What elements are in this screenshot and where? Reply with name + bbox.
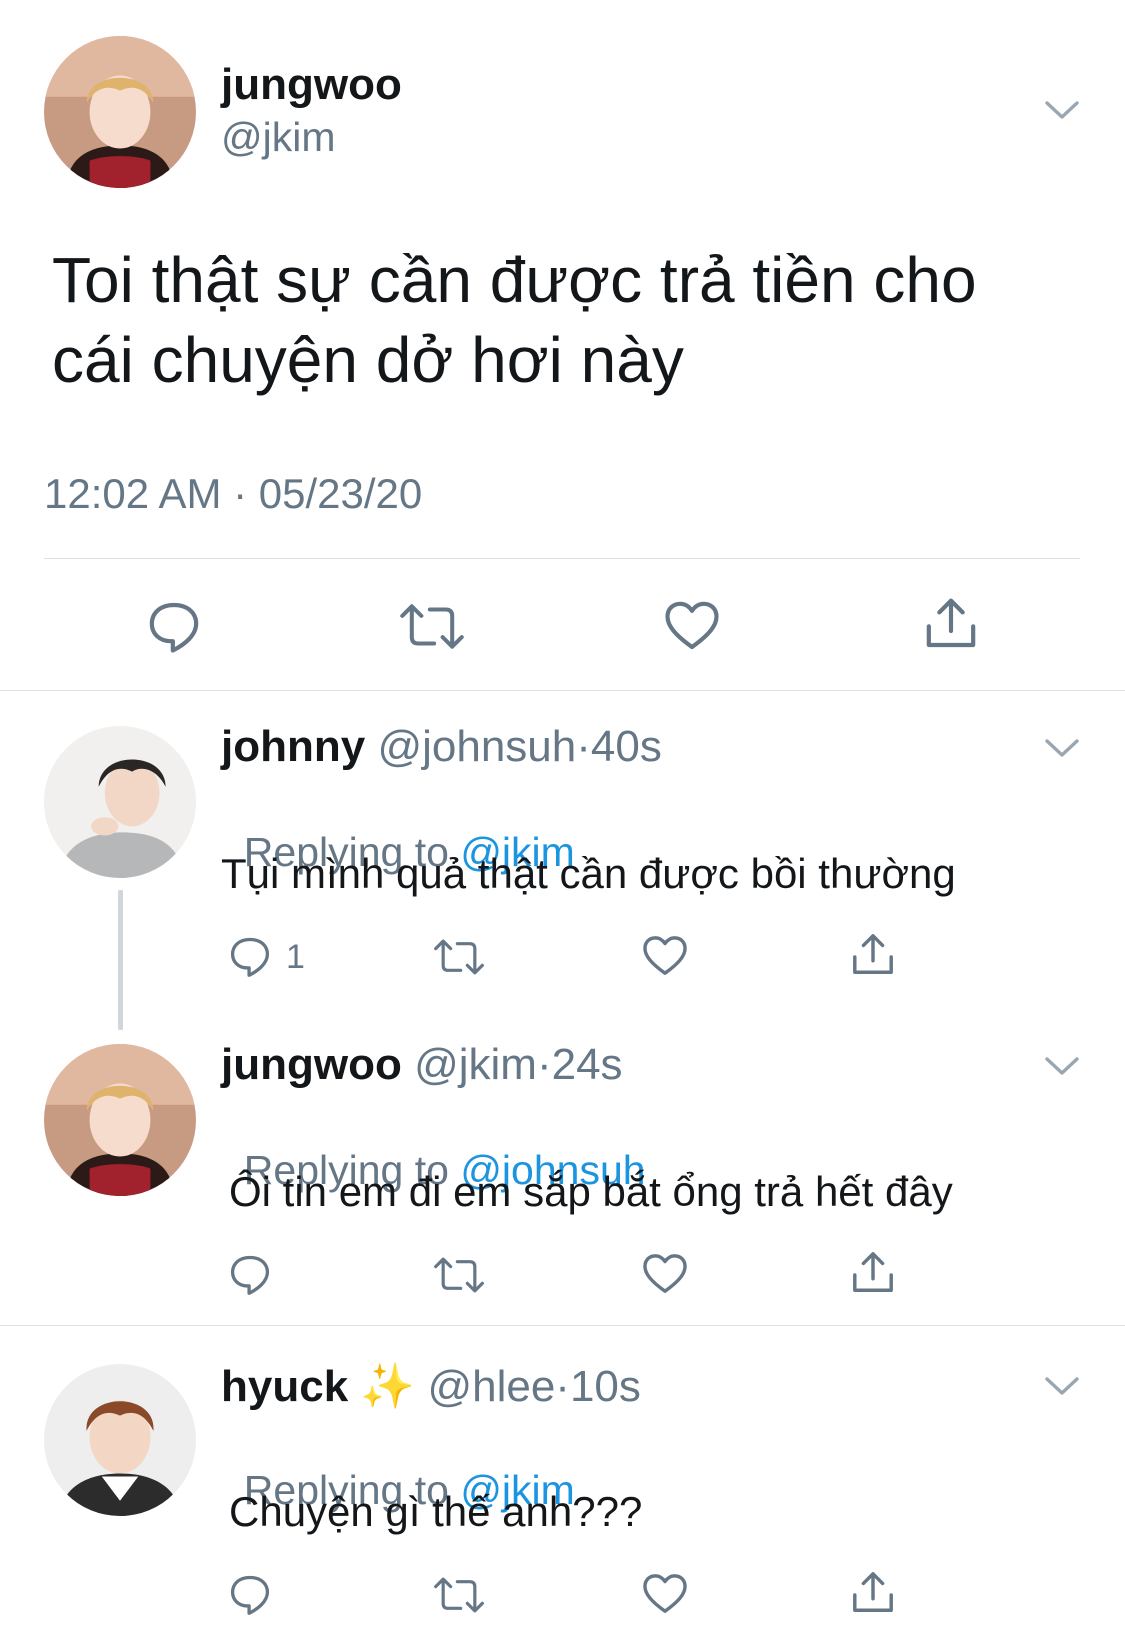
retweet-icon[interactable] xyxy=(432,1575,486,1615)
avatar-johnny[interactable] xyxy=(44,726,196,878)
reply-age: 24s xyxy=(551,1040,623,1089)
reply-separator: · xyxy=(576,722,591,771)
divider xyxy=(44,558,1080,559)
reply-icon[interactable] xyxy=(228,934,272,978)
main-timestamp[interactable]: 12:02 AM · 05/23/20 xyxy=(44,470,422,518)
reply-header: hyuck ✨ @hlee·10s xyxy=(221,1360,641,1412)
chevron-down-icon[interactable] xyxy=(1042,96,1082,124)
reply-display-name[interactable]: hyuck xyxy=(221,1362,348,1411)
reply-icon[interactable] xyxy=(228,1252,272,1296)
avatar-hyuck-icon xyxy=(44,1364,196,1516)
avatar-jungwoo[interactable] xyxy=(44,1044,196,1196)
reply-icon[interactable] xyxy=(146,598,202,654)
reply-separator: · xyxy=(536,1040,552,1089)
chevron-down-icon[interactable] xyxy=(1042,1372,1082,1400)
thread-line xyxy=(118,890,123,1030)
chevron-down-icon[interactable] xyxy=(1042,734,1082,762)
reply-count: 1 xyxy=(286,938,305,976)
avatar-jungwoo[interactable] xyxy=(44,36,196,188)
like-icon[interactable] xyxy=(642,1573,688,1615)
reply-age: 40s xyxy=(590,722,662,771)
reply-separator: · xyxy=(555,1362,570,1411)
reply-handle[interactable]: @jkim xyxy=(414,1040,537,1089)
reply-handle[interactable]: @hlee xyxy=(427,1362,555,1411)
share-icon[interactable] xyxy=(850,1570,896,1616)
divider xyxy=(0,1325,1125,1326)
reply-text: Tụi mình quả thật cần được bồi thường xyxy=(221,850,956,897)
main-tweet-text-line2: cái chuyện dở hơi này xyxy=(52,324,684,396)
share-icon[interactable] xyxy=(923,596,979,652)
avatar-jungwoo-icon xyxy=(44,1044,196,1196)
like-icon[interactable] xyxy=(664,600,720,652)
reply-icon[interactable] xyxy=(228,1572,272,1616)
sparkles-emoji: ✨ xyxy=(360,1362,416,1411)
reply-age: 10s xyxy=(569,1362,641,1411)
like-icon[interactable] xyxy=(642,935,688,977)
avatar-hyuck[interactable] xyxy=(44,1364,196,1516)
main-display-name[interactable]: jungwoo xyxy=(221,60,402,110)
retweet-icon[interactable] xyxy=(432,1255,486,1295)
reply-display-name[interactable]: jungwoo xyxy=(221,1040,402,1089)
avatar-jungwoo-icon xyxy=(44,36,196,188)
chevron-down-icon[interactable] xyxy=(1042,1052,1082,1080)
share-icon[interactable] xyxy=(850,1250,896,1296)
reply-display-name[interactable]: johnny xyxy=(221,722,365,771)
reply-text: Chuyện gì thế anh??? xyxy=(229,1488,643,1535)
like-icon[interactable] xyxy=(642,1253,688,1295)
main-tweet-text-line1: Toi thật sự cần được trả tiền cho xyxy=(52,244,977,316)
avatar-johnny-icon xyxy=(44,726,196,878)
retweet-icon[interactable] xyxy=(398,601,466,652)
reply-header: johnny @johnsuh·40s xyxy=(221,722,662,772)
main-handle[interactable]: @jkim xyxy=(221,114,336,161)
reply-handle[interactable]: @johnsuh xyxy=(377,722,576,771)
share-icon[interactable] xyxy=(850,932,896,978)
divider xyxy=(0,690,1125,691)
retweet-icon[interactable] xyxy=(432,937,486,977)
reply-text: Ôi tin em đi em sắp bắt ổng trả hết đây xyxy=(229,1168,953,1215)
reply-header: jungwoo @jkim·24s xyxy=(221,1040,623,1090)
main-tweet-text: Toi thật sự cần được trả tiền cho cái ch… xyxy=(52,240,977,400)
